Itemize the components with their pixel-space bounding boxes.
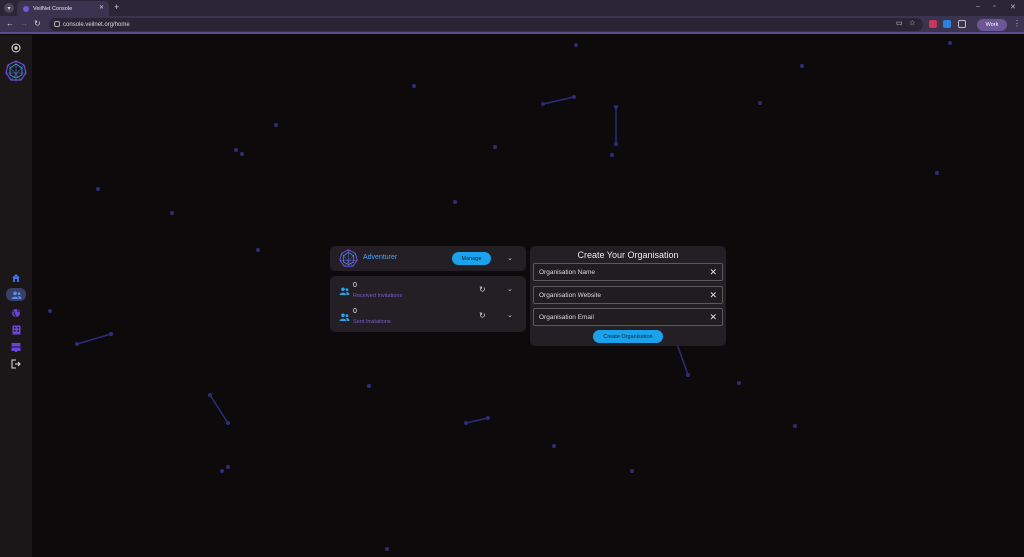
received-invitations-row: 0 Received Invitations ↻ ⌄ bbox=[330, 281, 526, 303]
logout-icon[interactable] bbox=[6, 357, 26, 370]
clear-icon[interactable]: ✕ bbox=[709, 290, 717, 301]
profile-button[interactable]: Work bbox=[977, 19, 1007, 31]
extensions-puzzle-icon[interactable] bbox=[958, 20, 966, 28]
create-organisation-card: Create Your Organisation Organisation Na… bbox=[530, 246, 726, 346]
chevron-down-icon[interactable]: ⌄ bbox=[507, 254, 513, 262]
browser-menu-icon[interactable]: ⋮ bbox=[1013, 19, 1021, 28]
tab-search-icon[interactable]: ▾ bbox=[4, 3, 14, 13]
card-title: Create Your Organisation bbox=[577, 250, 679, 260]
invitation-count: 0 bbox=[353, 308, 357, 315]
field-label: Organisation Email bbox=[539, 314, 594, 321]
new-tab-icon[interactable]: + bbox=[114, 2, 119, 12]
tab-title: VeilNet Console bbox=[33, 5, 73, 12]
servers-icon[interactable] bbox=[6, 340, 26, 353]
globe-icon[interactable] bbox=[6, 306, 26, 319]
field-label: Organisation Name bbox=[539, 269, 595, 276]
organisation-email-field[interactable]: Organisation Email ✕ bbox=[533, 308, 723, 326]
forward-icon[interactable]: → bbox=[20, 19, 28, 28]
home-icon[interactable] bbox=[6, 271, 26, 284]
logo-icon[interactable] bbox=[5, 60, 27, 82]
tab-close-icon[interactable]: ✕ bbox=[99, 4, 104, 11]
chevron-down-icon[interactable]: ⌄ bbox=[507, 285, 513, 293]
extension-icon[interactable] bbox=[929, 20, 937, 28]
invitation-count: 0 bbox=[353, 282, 357, 289]
url-text: console.veilnet.org/home bbox=[63, 21, 130, 28]
create-organisation-button[interactable]: Create Organisation bbox=[593, 330, 663, 343]
invitation-label: Received Invitations bbox=[353, 293, 403, 299]
clear-icon[interactable]: ✕ bbox=[709, 267, 717, 278]
browser-tab[interactable]: VeilNet Console ✕ bbox=[17, 1, 109, 16]
clear-icon[interactable]: ✕ bbox=[709, 312, 717, 323]
back-icon[interactable]: ← bbox=[6, 19, 14, 28]
avatar bbox=[339, 249, 358, 268]
refresh-icon[interactable]: ↻ bbox=[479, 311, 486, 320]
site-info-icon[interactable] bbox=[54, 21, 60, 27]
people-icon bbox=[339, 287, 350, 295]
reload-icon[interactable]: ↻ bbox=[34, 19, 41, 28]
add-circle-icon[interactable] bbox=[6, 41, 26, 54]
minimize-icon[interactable]: – bbox=[976, 3, 980, 10]
browser-toolbar: ← → ↻ console.veilnet.org/home ▭ ☆ Work … bbox=[0, 16, 1024, 34]
chevron-down-icon[interactable]: ⌄ bbox=[507, 311, 513, 319]
invitation-label: Sent Invitations bbox=[353, 319, 391, 325]
user-name: Adventurer bbox=[363, 254, 398, 261]
window-close-icon[interactable]: ✕ bbox=[1010, 3, 1016, 11]
app-sidebar bbox=[0, 35, 32, 557]
invitations-card: 0 Received Invitations ↻ ⌄ 0 Sent Invita… bbox=[330, 276, 526, 332]
extension-icon[interactable] bbox=[943, 20, 951, 28]
address-bar[interactable]: console.veilnet.org/home bbox=[49, 18, 923, 31]
restore-icon[interactable]: ▫ bbox=[993, 3, 995, 10]
people-icon bbox=[339, 313, 350, 321]
user-card: Adventurer Manage ⌄ bbox=[330, 246, 526, 271]
browser-tabbar: ▾ VeilNet Console ✕ + – ▫ ✕ bbox=[0, 0, 1024, 16]
favicon-icon bbox=[23, 5, 29, 12]
cast-icon[interactable]: ▭ bbox=[896, 19, 903, 27]
organisation-name-field[interactable]: Organisation Name ✕ bbox=[533, 263, 723, 281]
people-icon[interactable] bbox=[6, 288, 26, 301]
network-background bbox=[48, 41, 952, 551]
field-label: Organisation Website bbox=[539, 292, 602, 299]
sent-invitations-row: 0 Sent Invitations ↻ ⌄ bbox=[330, 307, 526, 329]
profile-label: Work bbox=[985, 22, 999, 28]
building-icon[interactable] bbox=[6, 323, 26, 336]
refresh-icon[interactable]: ↻ bbox=[479, 285, 486, 294]
organisation-website-field[interactable]: Organisation Website ✕ bbox=[533, 286, 723, 304]
bookmark-star-icon[interactable]: ☆ bbox=[909, 19, 915, 27]
manage-button[interactable]: Manage bbox=[452, 252, 491, 265]
